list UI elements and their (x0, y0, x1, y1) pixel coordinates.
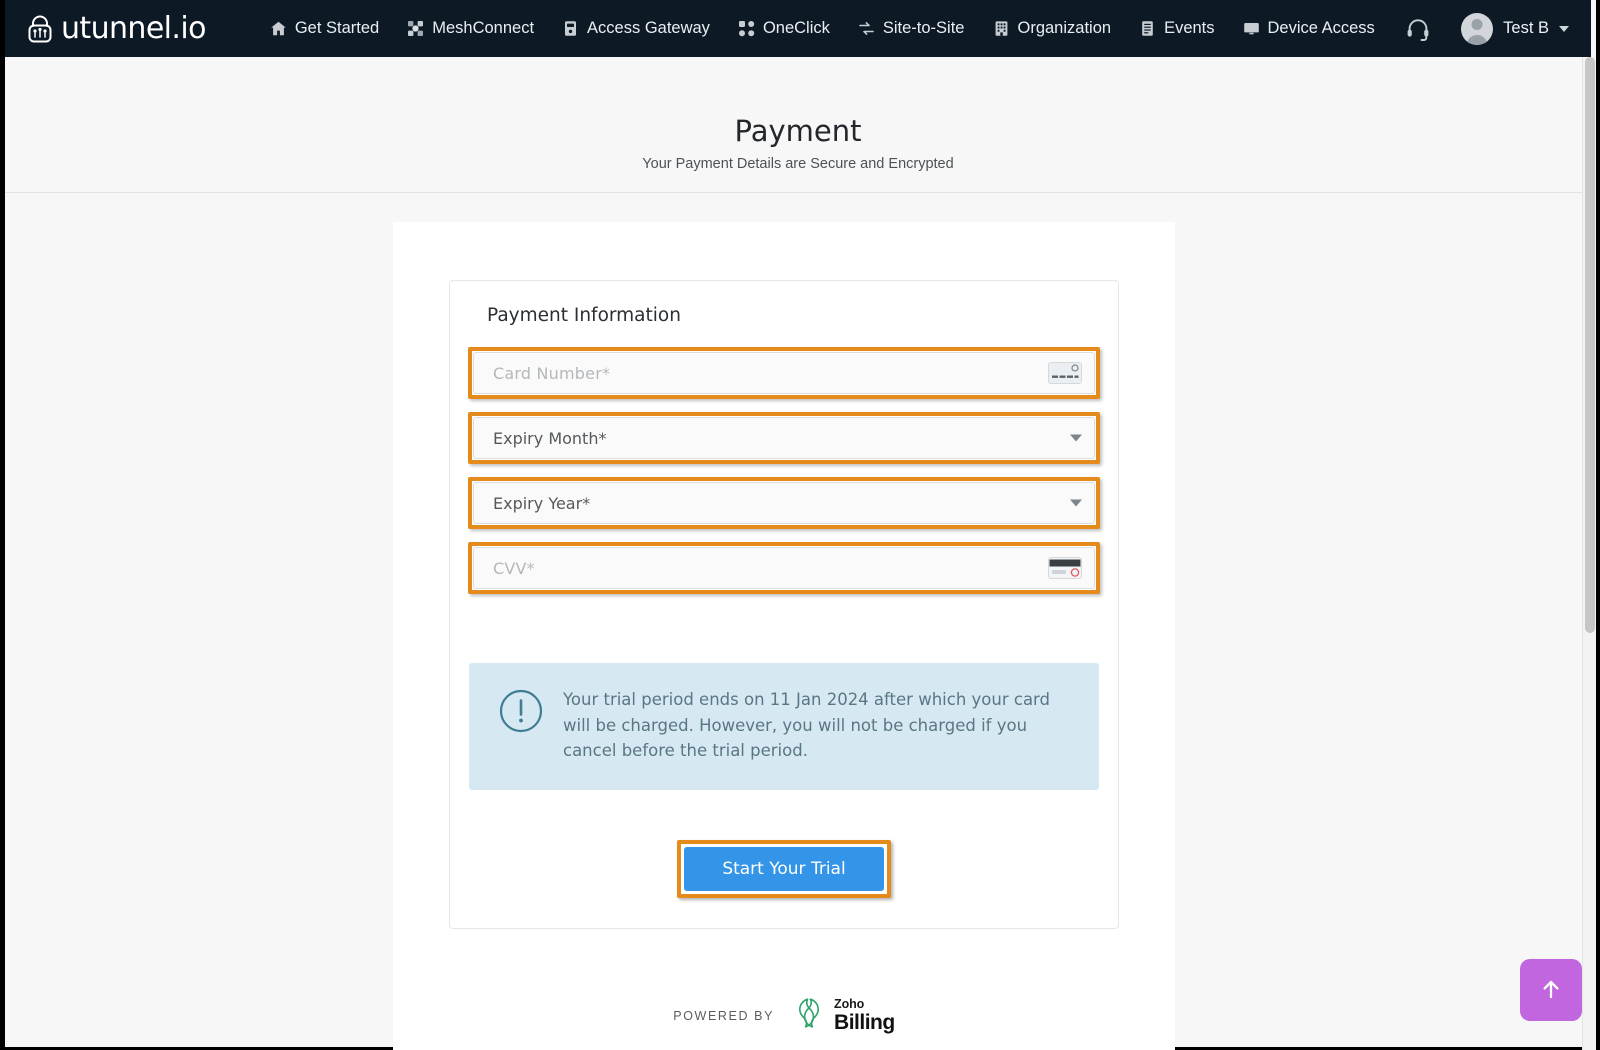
nav-item-label: Get Started (294, 19, 380, 37)
powered-by-label: POWERED BY (673, 1008, 775, 1023)
start-trial-button[interactable]: Start Your Trial (684, 847, 884, 892)
nav-item-device-access[interactable]: Device Access (1229, 11, 1389, 46)
expiry-year-highlight-box: Expiry Year* (468, 477, 1100, 529)
brand-name: utunnel.io (61, 10, 206, 46)
form-spacer (468, 607, 1100, 663)
page-title: Payment (734, 114, 862, 148)
brand-logo-link[interactable]: utunnel.io (23, 12, 206, 46)
nav-item-organization[interactable]: Organization (979, 11, 1126, 46)
expiry-month-value: Expiry Month* (493, 428, 607, 448)
cvv-highlight-box: CVV* (468, 542, 1100, 594)
user-avatar-icon (1461, 12, 1494, 45)
start-trial-highlight-box: Start Your Trial (677, 840, 891, 899)
powered-by-footer: POWERED BY Zoho Billing (393, 996, 1175, 1050)
card-number-field[interactable]: Card Number* (473, 352, 1095, 394)
padlock-network-icon (23, 12, 57, 46)
payment-panel: Payment Information Card Number* Expiry … (393, 222, 1175, 1050)
card-number-highlight-box: Card Number* (468, 347, 1100, 399)
app-viewport: utunnel.io Get Started MeshConnect Acces… (0, 0, 1600, 1050)
content-area: Payment Information Card Number* Expiry … (5, 194, 1591, 1050)
nav-item-label: Device Access (1267, 19, 1375, 37)
payment-information-card: Payment Information Card Number* Expiry … (449, 280, 1119, 930)
primary-nav-items: Get Started MeshConnect Access Gateway O… (256, 11, 1389, 46)
building-icon (993, 20, 1010, 37)
navbar-right-cluster: Test B (1405, 12, 1569, 45)
zoho-wordmark: Zoho Billing (834, 998, 895, 1033)
chevron-down-icon (1559, 25, 1569, 32)
expiry-month-select[interactable]: Expiry Month* (473, 417, 1095, 459)
scrollbar-thumb[interactable] (1585, 57, 1595, 633)
zoho-logo-icon (792, 996, 826, 1035)
expiry-year-select[interactable]: Expiry Year* (473, 482, 1095, 524)
nav-item-label: Access Gateway (587, 19, 710, 37)
page-subtitle: Your Payment Details are Secure and Encr… (642, 155, 954, 172)
monitor-icon (1243, 20, 1260, 37)
nav-item-label: Events (1164, 19, 1215, 37)
user-menu[interactable]: Test B (1461, 12, 1569, 45)
zoho-product-name: Billing (834, 1010, 895, 1034)
trial-period-alert-text: Your trial period ends on 11 Jan 2024 af… (563, 690, 1051, 761)
page-header: Payment Your Payment Details are Secure … (5, 57, 1591, 193)
zoho-billing-lockup: Zoho Billing (792, 996, 895, 1035)
nav-item-label: OneClick (762, 19, 830, 37)
nav-item-label: Site-to-Site (882, 19, 965, 37)
arrows-exchange-icon (858, 20, 875, 37)
chevron-down-icon (1070, 434, 1082, 442)
scroll-to-top-button[interactable] (1520, 959, 1582, 1021)
nav-item-label: Organization (1017, 19, 1112, 37)
top-navigation-bar: utunnel.io Get Started MeshConnect Acces… (5, 0, 1591, 57)
page-scrollbar[interactable] (1582, 57, 1596, 1050)
expiry-year-value: Expiry Year* (493, 493, 591, 513)
credit-card-front-icon (1048, 362, 1082, 384)
nav-item-access-gateway[interactable]: Access Gateway (548, 11, 724, 46)
nav-item-label: MeshConnect (432, 19, 535, 37)
mesh-network-icon (407, 20, 424, 37)
expiry-month-highlight-box: Expiry Month* (468, 412, 1100, 464)
nav-item-site-to-site[interactable]: Site-to-Site (844, 11, 979, 46)
payment-information-heading: Payment Information (487, 305, 681, 326)
cvv-placeholder: CVV* (493, 558, 535, 578)
nav-item-oneclick[interactable]: OneClick (724, 11, 844, 46)
nav-item-get-started[interactable]: Get Started (256, 11, 393, 46)
cvv-field[interactable]: CVV* (473, 547, 1095, 589)
zoho-brand-name: Zoho (834, 997, 865, 1012)
nav-item-meshconnect[interactable]: MeshConnect (393, 11, 548, 46)
credit-card-back-cvv-icon (1048, 557, 1082, 579)
exclamation-circle-icon (499, 689, 543, 738)
nav-item-events[interactable]: Events (1125, 11, 1228, 46)
chevron-down-icon (1070, 499, 1082, 507)
card-number-placeholder: Card Number* (493, 363, 611, 383)
arrow-up-icon (1537, 975, 1565, 1006)
headset-icon[interactable] (1405, 16, 1431, 42)
list-document-icon (1139, 20, 1156, 37)
trial-period-alert: Your trial period ends on 11 Jan 2024 af… (469, 663, 1099, 791)
home-icon (270, 20, 287, 37)
submit-button-row: Start Your Trial (468, 840, 1100, 899)
server-icon (562, 20, 579, 37)
dots-grid-icon (738, 20, 755, 37)
user-name-label: Test B (1503, 19, 1549, 37)
